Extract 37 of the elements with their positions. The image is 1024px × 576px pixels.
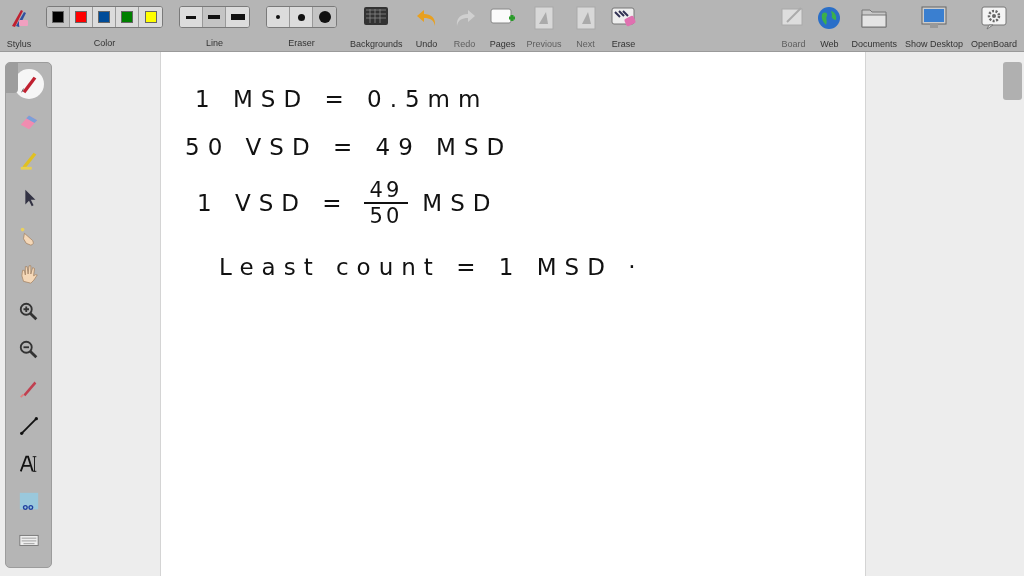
globe-icon	[817, 6, 842, 30]
handwritten-text: 1 VSD =	[197, 189, 350, 218]
toolbar-button[interactable]: Show Desktop	[901, 0, 966, 51]
line-icon	[17, 415, 40, 437]
group-label: Line	[206, 38, 223, 48]
toolbar-button[interactable]: Undo	[409, 0, 444, 51]
option-button[interactable]	[180, 7, 203, 27]
option-button[interactable]	[313, 7, 336, 27]
option-button[interactable]	[203, 7, 226, 27]
zoom-out-icon	[17, 339, 40, 361]
monitor-icon	[920, 6, 947, 30]
gear-icon	[980, 6, 1007, 30]
handwritten-text: MSD	[422, 189, 499, 218]
toolbar-button[interactable]: Backgrounds	[347, 0, 406, 51]
toolbar-button[interactable]: Web	[812, 0, 847, 51]
group-label: Color	[93, 38, 116, 48]
toolbar-button[interactable]: OpenBoard	[967, 0, 1020, 51]
zoom-in-icon	[17, 301, 40, 323]
toolbar-button[interactable]: Pages	[485, 0, 520, 51]
fraction-denominator: 50	[368, 204, 404, 228]
toolbar-button[interactable]: Stylus	[2, 0, 36, 51]
page-icon	[534, 6, 555, 30]
option-button[interactable]	[267, 7, 290, 27]
page-icon	[575, 6, 596, 30]
board-icon	[781, 6, 806, 28]
group-label: Eraser	[288, 38, 315, 48]
grid-icon	[363, 6, 390, 26]
handwritten-text: 50 VSD = 49 MSD	[185, 133, 513, 162]
fraction-numerator: 49	[363, 178, 409, 204]
toolbar-button[interactable]: Documents	[848, 0, 900, 51]
handwritten-text: 1 MSD = 0.5mm	[195, 85, 489, 114]
folder-icon	[861, 6, 888, 28]
toolbar-button[interactable]: Erase	[606, 0, 641, 51]
option-button[interactable]	[47, 7, 70, 27]
handwritten-text: Least count = 1 MSD ·	[219, 253, 644, 282]
board-eraser-icon	[610, 6, 637, 28]
capture-icon	[17, 491, 40, 513]
